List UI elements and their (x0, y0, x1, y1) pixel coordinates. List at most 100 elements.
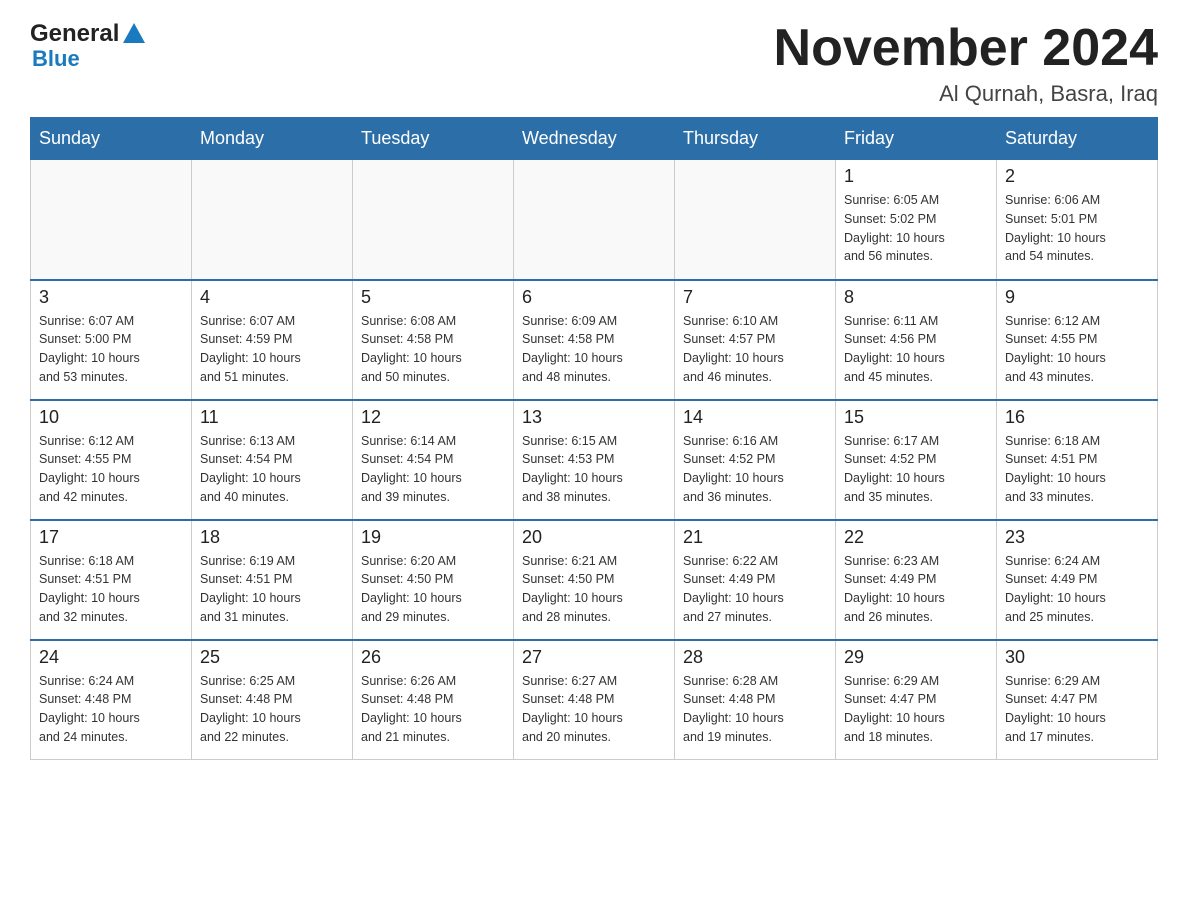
day-number: 20 (522, 527, 666, 548)
calendar-cell: 4 Sunrise: 6:07 AM Sunset: 4:59 PM Daylig… (192, 280, 353, 400)
calendar-cell: 10 Sunrise: 6:12 AM Sunset: 4:55 PM Dayli… (31, 400, 192, 520)
title-section: November 2024 Al Qurnah, Basra, Iraq (774, 20, 1158, 107)
day-number: 8 (844, 287, 988, 308)
location-text: Al Qurnah, Basra, Iraq (774, 81, 1158, 107)
calendar-cell: 29 Sunrise: 6:29 AM Sunset: 4:47 PM Dayli… (836, 640, 997, 760)
calendar-cell: 30 Sunrise: 6:29 AM Sunset: 4:47 PM Dayli… (997, 640, 1158, 760)
logo-text-blue: Blue (30, 46, 80, 72)
day-info: Sunrise: 6:23 AM Sunset: 4:49 PM Dayligh… (844, 552, 988, 627)
day-info: Sunrise: 6:19 AM Sunset: 4:51 PM Dayligh… (200, 552, 344, 627)
calendar-cell: 17 Sunrise: 6:18 AM Sunset: 4:51 PM Dayli… (31, 520, 192, 640)
day-info: Sunrise: 6:09 AM Sunset: 4:58 PM Dayligh… (522, 312, 666, 387)
day-number: 22 (844, 527, 988, 548)
calendar-cell: 19 Sunrise: 6:20 AM Sunset: 4:50 PM Dayli… (353, 520, 514, 640)
calendar-week-4: 17 Sunrise: 6:18 AM Sunset: 4:51 PM Dayli… (31, 520, 1158, 640)
calendar-week-1: 1Sunrise: 6:05 AM Sunset: 5:02 PM Daylig… (31, 160, 1158, 280)
calendar-cell: 26 Sunrise: 6:26 AM Sunset: 4:48 PM Dayli… (353, 640, 514, 760)
calendar-cell (192, 160, 353, 280)
day-info: Sunrise: 6:13 AM Sunset: 4:54 PM Dayligh… (200, 432, 344, 507)
calendar-cell: 9Sunrise: 6:12 AM Sunset: 4:55 PM Daylig… (997, 280, 1158, 400)
logo-line1: General (30, 20, 145, 48)
day-number: 12 (361, 407, 505, 428)
calendar-cell: 6 Sunrise: 6:09 AM Sunset: 4:58 PM Daylig… (514, 280, 675, 400)
day-number: 30 (1005, 647, 1149, 668)
day-info: Sunrise: 6:18 AM Sunset: 4:51 PM Dayligh… (1005, 432, 1149, 507)
calendar-week-3: 10 Sunrise: 6:12 AM Sunset: 4:55 PM Dayli… (31, 400, 1158, 520)
calendar-cell: 11 Sunrise: 6:13 AM Sunset: 4:54 PM Dayli… (192, 400, 353, 520)
day-number: 14 (683, 407, 827, 428)
weekday-header-saturday: Saturday (997, 118, 1158, 160)
day-number: 13 (522, 407, 666, 428)
day-number: 24 (39, 647, 183, 668)
calendar-table: SundayMondayTuesdayWednesdayThursdayFrid… (30, 117, 1158, 760)
day-info: Sunrise: 6:26 AM Sunset: 4:48 PM Dayligh… (361, 672, 505, 747)
day-number: 2 (1005, 166, 1149, 187)
day-number: 5 (361, 287, 505, 308)
day-number: 4 (200, 287, 344, 308)
day-number: 6 (522, 287, 666, 308)
calendar-cell (31, 160, 192, 280)
calendar-cell: 24 Sunrise: 6:24 AM Sunset: 4:48 PM Dayli… (31, 640, 192, 760)
month-title: November 2024 (774, 20, 1158, 77)
day-info: Sunrise: 6:15 AM Sunset: 4:53 PM Dayligh… (522, 432, 666, 507)
calendar-cell: 15Sunrise: 6:17 AM Sunset: 4:52 PM Dayli… (836, 400, 997, 520)
day-number: 11 (200, 407, 344, 428)
day-info: Sunrise: 6:24 AM Sunset: 4:48 PM Dayligh… (39, 672, 183, 747)
day-info: Sunrise: 6:11 AM Sunset: 4:56 PM Dayligh… (844, 312, 988, 387)
day-number: 18 (200, 527, 344, 548)
day-info: Sunrise: 6:12 AM Sunset: 4:55 PM Dayligh… (39, 432, 183, 507)
calendar-cell: 8 Sunrise: 6:11 AM Sunset: 4:56 PM Daylig… (836, 280, 997, 400)
calendar-cell: 23 Sunrise: 6:24 AM Sunset: 4:49 PM Dayli… (997, 520, 1158, 640)
day-info: Sunrise: 6:17 AM Sunset: 4:52 PM Dayligh… (844, 432, 988, 507)
day-number: 10 (39, 407, 183, 428)
day-info: Sunrise: 6:10 AM Sunset: 4:57 PM Dayligh… (683, 312, 827, 387)
day-number: 29 (844, 647, 988, 668)
day-number: 17 (39, 527, 183, 548)
day-number: 25 (200, 647, 344, 668)
calendar-cell: 14 Sunrise: 6:16 AM Sunset: 4:52 PM Dayli… (675, 400, 836, 520)
day-number: 7 (683, 287, 827, 308)
calendar-cell: 20 Sunrise: 6:21 AM Sunset: 4:50 PM Dayli… (514, 520, 675, 640)
day-number: 9 (1005, 287, 1149, 308)
calendar-cell: 7 Sunrise: 6:10 AM Sunset: 4:57 PM Daylig… (675, 280, 836, 400)
day-number: 3 (39, 287, 183, 308)
logo: General Blue (30, 20, 145, 72)
day-info: Sunrise: 6:18 AM Sunset: 4:51 PM Dayligh… (39, 552, 183, 627)
day-info: Sunrise: 6:24 AM Sunset: 4:49 PM Dayligh… (1005, 552, 1149, 627)
day-info: Sunrise: 6:27 AM Sunset: 4:48 PM Dayligh… (522, 672, 666, 747)
weekday-header-thursday: Thursday (675, 118, 836, 160)
day-info: Sunrise: 6:06 AM Sunset: 5:01 PM Dayligh… (1005, 191, 1149, 266)
weekday-header-tuesday: Tuesday (353, 118, 514, 160)
weekday-header-friday: Friday (836, 118, 997, 160)
calendar-cell: 16 Sunrise: 6:18 AM Sunset: 4:51 PM Dayli… (997, 400, 1158, 520)
page-header: General Blue November 2024 Al Qurnah, Ba… (30, 20, 1158, 107)
calendar-cell: 22 Sunrise: 6:23 AM Sunset: 4:49 PM Dayli… (836, 520, 997, 640)
day-info: Sunrise: 6:20 AM Sunset: 4:50 PM Dayligh… (361, 552, 505, 627)
calendar-cell: 27 Sunrise: 6:27 AM Sunset: 4:48 PM Dayli… (514, 640, 675, 760)
day-info: Sunrise: 6:29 AM Sunset: 4:47 PM Dayligh… (1005, 672, 1149, 747)
day-number: 1 (844, 166, 988, 187)
calendar-cell: 12 Sunrise: 6:14 AM Sunset: 4:54 PM Dayli… (353, 400, 514, 520)
day-number: 19 (361, 527, 505, 548)
calendar-cell: 18 Sunrise: 6:19 AM Sunset: 4:51 PM Dayli… (192, 520, 353, 640)
day-number: 26 (361, 647, 505, 668)
day-number: 23 (1005, 527, 1149, 548)
day-info: Sunrise: 6:29 AM Sunset: 4:47 PM Dayligh… (844, 672, 988, 747)
calendar-cell: 21Sunrise: 6:22 AM Sunset: 4:49 PM Dayli… (675, 520, 836, 640)
day-number: 16 (1005, 407, 1149, 428)
calendar-week-5: 24 Sunrise: 6:24 AM Sunset: 4:48 PM Dayli… (31, 640, 1158, 760)
calendar-cell (353, 160, 514, 280)
calendar-cell: 25Sunrise: 6:25 AM Sunset: 4:48 PM Dayli… (192, 640, 353, 760)
calendar-cell (675, 160, 836, 280)
calendar-cell: 13 Sunrise: 6:15 AM Sunset: 4:53 PM Dayli… (514, 400, 675, 520)
day-info: Sunrise: 6:22 AM Sunset: 4:49 PM Dayligh… (683, 552, 827, 627)
day-info: Sunrise: 6:16 AM Sunset: 4:52 PM Dayligh… (683, 432, 827, 507)
day-number: 27 (522, 647, 666, 668)
day-info: Sunrise: 6:07 AM Sunset: 4:59 PM Dayligh… (200, 312, 344, 387)
logo-triangle-icon (123, 23, 145, 48)
calendar-cell: 28Sunrise: 6:28 AM Sunset: 4:48 PM Dayli… (675, 640, 836, 760)
day-info: Sunrise: 6:14 AM Sunset: 4:54 PM Dayligh… (361, 432, 505, 507)
logo-text-general: General (30, 20, 119, 48)
day-info: Sunrise: 6:21 AM Sunset: 4:50 PM Dayligh… (522, 552, 666, 627)
day-info: Sunrise: 6:28 AM Sunset: 4:48 PM Dayligh… (683, 672, 827, 747)
